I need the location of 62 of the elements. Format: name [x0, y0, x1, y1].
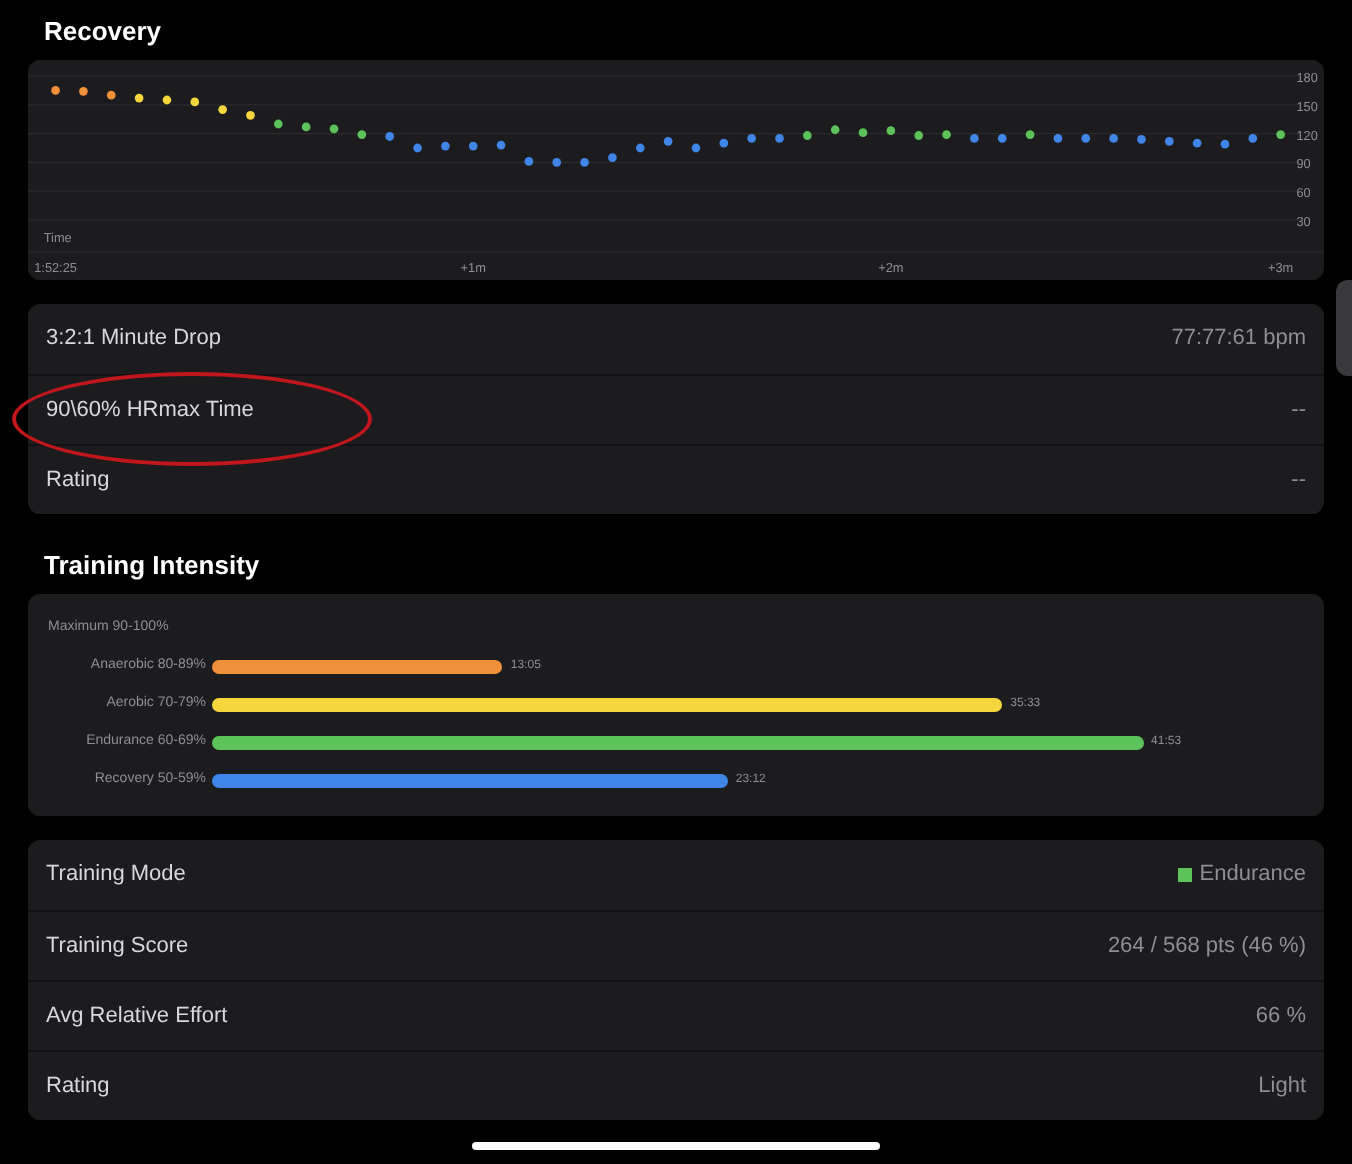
data-point	[775, 134, 784, 143]
data-point	[942, 130, 951, 139]
row-label: 90\60% HRmax Time	[46, 395, 254, 426]
row-label: Rating	[46, 465, 110, 496]
data-point	[914, 131, 924, 140]
data-point	[997, 134, 1007, 143]
data-point	[691, 143, 701, 153]
data-point	[1053, 134, 1063, 143]
row-value: Endurance	[1199, 860, 1306, 891]
data-point	[886, 126, 896, 136]
data-point	[218, 105, 227, 114]
data-point	[635, 143, 645, 153]
data-point	[51, 86, 60, 95]
data-point	[1137, 134, 1146, 144]
data-point	[357, 130, 367, 139]
data-point	[274, 119, 283, 129]
row-value: 66 %	[1255, 1001, 1306, 1032]
data-point	[858, 128, 868, 138]
data-point	[1025, 130, 1035, 139]
data-point	[1081, 134, 1091, 143]
data-point	[608, 153, 617, 162]
data-point	[190, 97, 200, 107]
data-point	[329, 124, 339, 134]
data-point	[1220, 139, 1230, 149]
data-point	[106, 90, 116, 100]
section-title: Training Intensity	[42, 548, 262, 584]
data-point	[301, 122, 311, 132]
data-point	[1192, 138, 1202, 148]
row-value: 77:77:61 bpm	[1171, 324, 1306, 355]
data-point	[1248, 134, 1258, 143]
data-point	[134, 93, 144, 103]
data-point	[441, 141, 450, 151]
data-point	[1109, 134, 1118, 143]
data-point	[524, 157, 534, 166]
row-label: Training Score	[46, 931, 189, 962]
data-point	[246, 110, 255, 120]
data-point	[719, 138, 729, 148]
row-value: --	[1291, 465, 1306, 496]
row-label: Training Mode	[46, 860, 186, 891]
data-point	[747, 134, 756, 143]
row-value: Light	[1258, 1071, 1306, 1102]
data-point	[162, 95, 172, 105]
row-value: 264 / 568 pts (46 %)	[1107, 931, 1306, 962]
row-label: Avg Relative Effort	[46, 1001, 228, 1032]
data-point	[580, 158, 589, 167]
side-handle	[1336, 280, 1352, 376]
data-point	[970, 134, 979, 143]
data-point	[1164, 136, 1174, 146]
data-point	[803, 131, 812, 140]
data-point	[413, 143, 422, 153]
data-point	[496, 140, 506, 150]
data-point	[385, 132, 394, 141]
row-label: Rating	[46, 1071, 110, 1102]
data-point	[1276, 130, 1285, 139]
data-point	[663, 136, 673, 146]
data-point	[552, 158, 562, 167]
row-value: --	[1291, 395, 1306, 426]
row-label: 3:2:1 Minute Drop	[46, 324, 221, 355]
data-point	[468, 141, 478, 151]
data-point	[830, 125, 840, 135]
data-point	[79, 86, 88, 96]
section-title: Recovery	[42, 14, 164, 50]
